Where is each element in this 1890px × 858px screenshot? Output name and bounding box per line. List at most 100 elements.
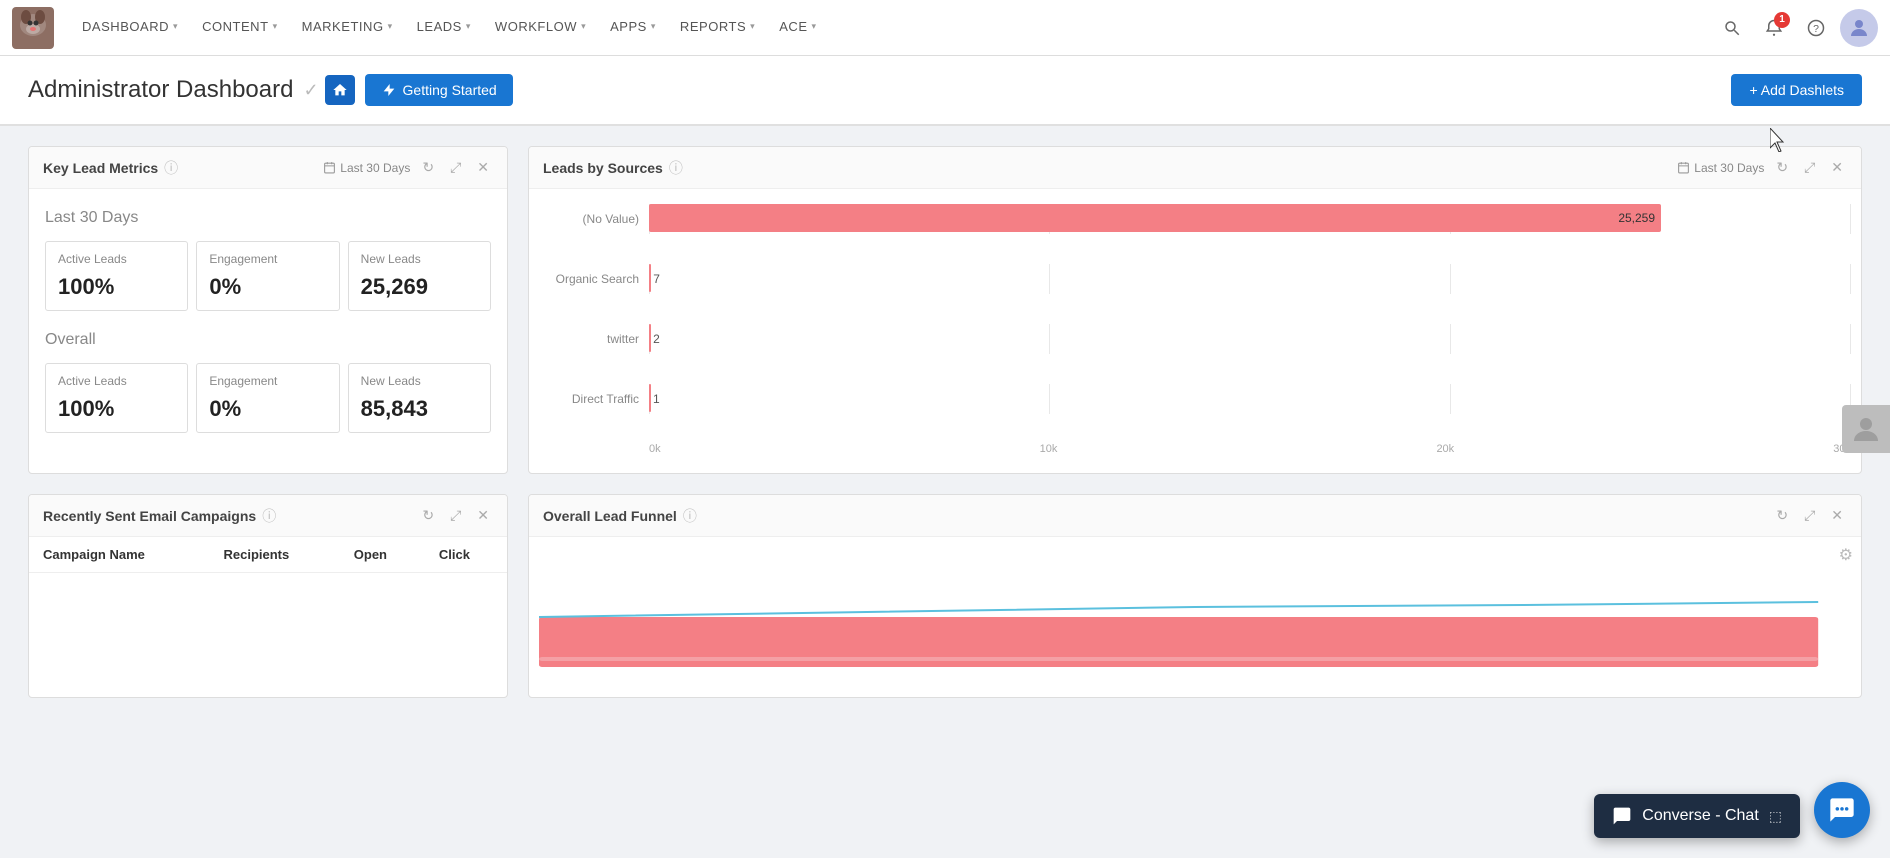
table-header-row: Campaign Name Recipients Open Click bbox=[29, 537, 507, 573]
nav-reports[interactable]: REPORTS ▾ bbox=[668, 0, 767, 56]
chat-fab-button[interactable] bbox=[1814, 782, 1870, 838]
chart-bar-row: Organic Search7 bbox=[539, 263, 1851, 295]
klm-last30-new-leads: New Leads 25,269 bbox=[348, 241, 491, 311]
user-avatar-button[interactable] bbox=[1840, 9, 1878, 47]
nav-marketing[interactable]: MARKETING ▾ bbox=[290, 0, 405, 56]
dashlet-key-lead-metrics: Key Lead Metrics ⓘ Last 30 Days ↻ ⤢ ✕ La… bbox=[28, 146, 508, 474]
klm-overall-newleads-value: 85,843 bbox=[361, 396, 478, 422]
side-panel bbox=[1842, 405, 1890, 453]
nav-apps[interactable]: APPS ▾ bbox=[598, 0, 668, 56]
chat-widget-label: Converse - Chat bbox=[1642, 807, 1759, 825]
chart-bar-row: (No Value)25,259 bbox=[539, 203, 1851, 235]
dashlet-klm-controls: Last 30 Days ↻ ⤢ ✕ bbox=[323, 157, 493, 178]
bar-label: Direct Traffic bbox=[539, 392, 649, 406]
klm-last30-engagement-value: 0% bbox=[209, 274, 326, 300]
lbs-info-icon[interactable]: ⓘ bbox=[669, 158, 683, 178]
dashlet-lbs-header: Leads by Sources ⓘ Last 30 Days ↻ ⤢ ✕ bbox=[529, 147, 1861, 189]
olf-info-icon[interactable]: ⓘ bbox=[683, 506, 697, 526]
dashlets-row-1: Key Lead Metrics ⓘ Last 30 Days ↻ ⤢ ✕ La… bbox=[28, 146, 1862, 474]
help-button[interactable]: ? bbox=[1798, 10, 1834, 46]
klm-overall-engagement: Engagement 0% bbox=[196, 363, 339, 433]
nav-dashboard[interactable]: DASHBOARD ▾ bbox=[70, 0, 190, 56]
search-button[interactable] bbox=[1714, 10, 1750, 46]
chat-expand-icon[interactable]: ⬚ bbox=[1769, 808, 1782, 825]
lbs-expand-button[interactable]: ⤢ bbox=[1800, 157, 1819, 178]
app-logo[interactable] bbox=[12, 7, 54, 49]
klm-date-filter[interactable]: Last 30 Days bbox=[323, 161, 410, 175]
add-dashlets-button[interactable]: + Add Dashlets bbox=[1731, 74, 1862, 106]
klm-last30-active-leads: Active Leads 100% bbox=[45, 241, 188, 311]
home-button[interactable] bbox=[325, 75, 355, 105]
dashlet-klm-header: Key Lead Metrics ⓘ Last 30 Days ↻ ⤢ ✕ bbox=[29, 147, 507, 189]
top-navigation: DASHBOARD ▾ CONTENT ▾ MARKETING ▾ LEADS … bbox=[0, 0, 1890, 56]
col-campaign-name: Campaign Name bbox=[29, 537, 209, 573]
dashlet-lbs-title: Leads by Sources bbox=[543, 160, 663, 176]
klm-expand-button[interactable]: ⤢ bbox=[446, 157, 465, 178]
rsec-info-icon[interactable]: ⓘ bbox=[262, 506, 276, 526]
nav-leads[interactable]: LEADS ▾ bbox=[405, 0, 483, 56]
page-title-area: Administrator Dashboard ✓ Getting Starte… bbox=[28, 74, 513, 106]
lbs-refresh-button[interactable]: ↻ bbox=[1772, 157, 1792, 178]
chart-bar-row: twitter 2 bbox=[539, 323, 1851, 355]
bar-track: 2 bbox=[649, 324, 1851, 354]
nav-content[interactable]: CONTENT ▾ bbox=[190, 0, 290, 56]
dashlet-olf-controls: ↻ ⤢ ✕ bbox=[1772, 505, 1847, 526]
klm-last30-active-value: 100% bbox=[58, 274, 175, 300]
chat-widget[interactable]: Converse - Chat ⬚ bbox=[1594, 794, 1800, 838]
chevron-down-icon: ▾ bbox=[812, 21, 817, 32]
lbs-close-button[interactable]: ✕ bbox=[1827, 157, 1847, 178]
lbs-date-filter[interactable]: Last 30 Days bbox=[1677, 161, 1764, 175]
dashlet-recently-sent: Recently Sent Email Campaigns ⓘ ↻ ⤢ ✕ Ca… bbox=[28, 494, 508, 698]
dashlet-olf-body: ⚙ bbox=[529, 537, 1861, 697]
bar-value: 25,259 bbox=[1618, 211, 1655, 225]
side-panel-avatar[interactable] bbox=[1842, 405, 1890, 453]
getting-started-button[interactable]: Getting Started bbox=[365, 74, 513, 106]
dashlet-rsec-body: Campaign Name Recipients Open Click bbox=[29, 537, 507, 573]
olf-close-button[interactable]: ✕ bbox=[1827, 505, 1847, 526]
bar-label: twitter bbox=[539, 332, 649, 346]
olf-expand-button[interactable]: ⤢ bbox=[1800, 505, 1819, 526]
klm-overall-engagement-label: Engagement bbox=[209, 374, 326, 388]
chart-bar-row: Direct Traffic1 bbox=[539, 383, 1851, 415]
klm-refresh-button[interactable]: ↻ bbox=[418, 157, 438, 178]
x-label-20k: 20k bbox=[1436, 443, 1454, 455]
x-label-0k: 0k bbox=[649, 443, 661, 455]
svg-text:?: ? bbox=[1813, 22, 1819, 34]
klm-overall-metrics: Active Leads 100% Engagement 0% New Lead… bbox=[45, 363, 491, 433]
page-header: Administrator Dashboard ✓ Getting Starte… bbox=[0, 56, 1890, 126]
klm-last30-newleads-label: New Leads bbox=[361, 252, 478, 266]
klm-last30-active-label: Active Leads bbox=[58, 252, 175, 266]
nav-workflow[interactable]: WORKFLOW ▾ bbox=[483, 0, 598, 56]
klm-overall-active-value: 100% bbox=[58, 396, 175, 422]
klm-overall-active-label: Active Leads bbox=[58, 374, 175, 388]
dashlet-olf-title: Overall Lead Funnel bbox=[543, 508, 677, 524]
nav-ace[interactable]: ACE ▾ bbox=[767, 0, 828, 56]
dashlet-rsec-header: Recently Sent Email Campaigns ⓘ ↻ ⤢ ✕ bbox=[29, 495, 507, 537]
rsec-table: Campaign Name Recipients Open Click bbox=[29, 537, 507, 573]
notification-badge: 1 bbox=[1774, 12, 1790, 28]
page-title: Administrator Dashboard bbox=[28, 76, 293, 104]
dashlet-leads-by-sources: Leads by Sources ⓘ Last 30 Days ↻ ⤢ ✕ (N… bbox=[528, 146, 1862, 474]
nav-right-controls: 1 ? bbox=[1714, 9, 1878, 47]
chevron-down-icon: ▾ bbox=[466, 21, 471, 32]
rsec-refresh-button[interactable]: ↻ bbox=[418, 505, 438, 526]
main-content: Key Lead Metrics ⓘ Last 30 Days ↻ ⤢ ✕ La… bbox=[0, 126, 1890, 738]
bar-fill bbox=[649, 384, 651, 412]
x-label-10k: 10k bbox=[1040, 443, 1058, 455]
bar-value: 7 bbox=[653, 272, 660, 286]
info-icon[interactable]: ⓘ bbox=[164, 158, 178, 178]
rsec-expand-button[interactable]: ⤢ bbox=[446, 505, 465, 526]
col-recipients: Recipients bbox=[209, 537, 339, 573]
dashlets-row-2: Recently Sent Email Campaigns ⓘ ↻ ⤢ ✕ Ca… bbox=[28, 494, 1862, 698]
col-open: Open bbox=[340, 537, 425, 573]
bar-fill bbox=[649, 324, 651, 352]
notifications-button[interactable]: 1 bbox=[1756, 10, 1792, 46]
klm-close-button[interactable]: ✕ bbox=[473, 157, 493, 178]
olf-refresh-button[interactable]: ↻ bbox=[1772, 505, 1792, 526]
rsec-close-button[interactable]: ✕ bbox=[473, 505, 493, 526]
bar-track: 25,259 bbox=[649, 204, 1851, 234]
bar-value: 2 bbox=[653, 332, 660, 346]
chevron-down-icon: ▾ bbox=[388, 21, 393, 32]
col-click: Click bbox=[425, 537, 507, 573]
gear-icon[interactable]: ⚙ bbox=[1839, 545, 1853, 565]
